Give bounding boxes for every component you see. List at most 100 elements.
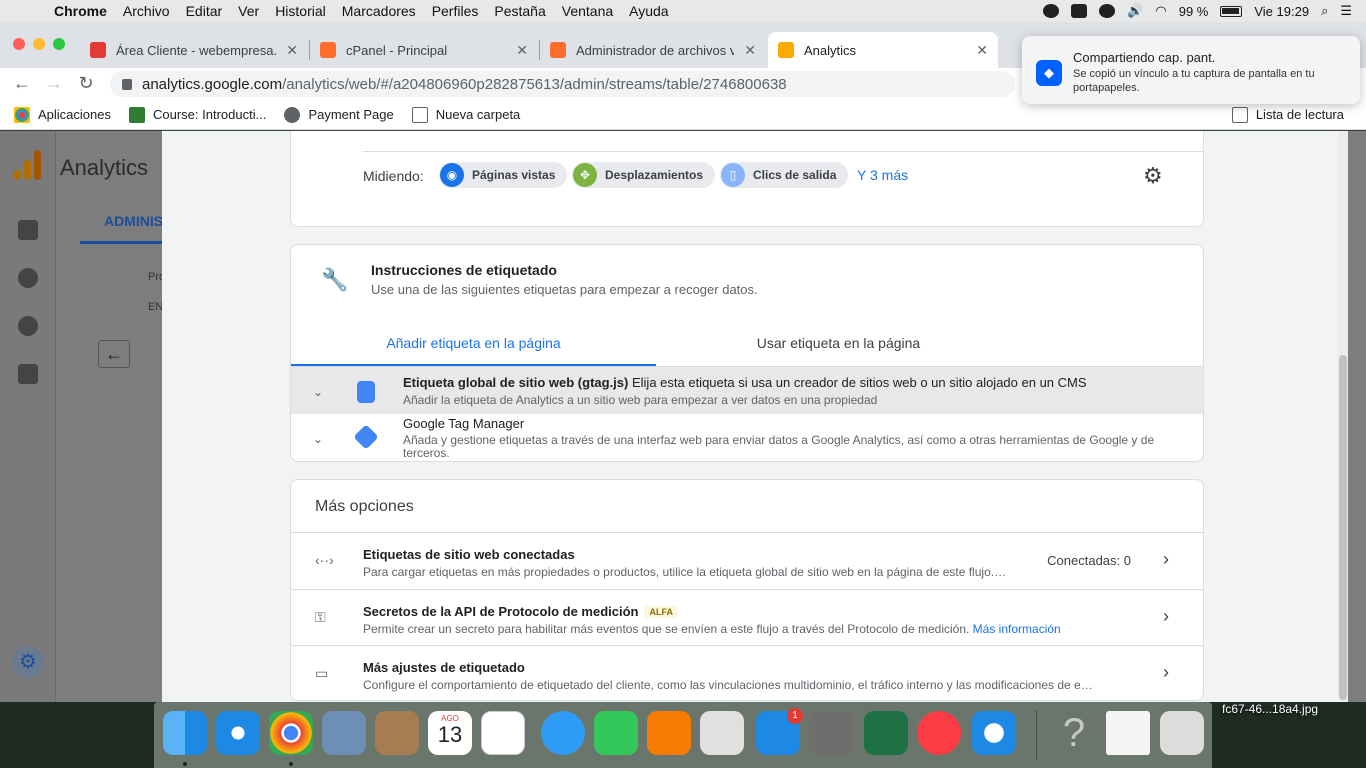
ga-admin-tab[interactable]: ADMINIS xyxy=(104,213,163,229)
back-arrow-icon[interactable]: ← xyxy=(12,74,32,92)
bookmark-payment[interactable]: Payment Page xyxy=(284,106,394,123)
scrollbar-thumb[interactable] xyxy=(1339,355,1347,700)
address-bar[interactable]: analytics.google.com/analytics/web/#/a20… xyxy=(110,71,1015,97)
chip-outbound-clicks[interactable]: ▯ Clics de salida xyxy=(720,162,849,188)
menu-historial[interactable]: Historial xyxy=(275,3,326,19)
reports-icon[interactable] xyxy=(18,220,38,240)
tab-label: Analytics xyxy=(804,42,857,58)
chevron-down-icon[interactable]: ⌄ xyxy=(313,432,323,446)
lock-icon[interactable] xyxy=(122,78,132,90)
minimize-window-button[interactable] xyxy=(33,38,45,50)
eagle-app-icon[interactable] xyxy=(322,711,366,755)
chevron-right-icon[interactable]: › xyxy=(1163,549,1169,570)
maximize-window-button[interactable] xyxy=(53,38,65,50)
safari-icon[interactable] xyxy=(216,711,260,755)
api-secrets-row[interactable]: ⚿ Secretos de la API de Protocolo de med… xyxy=(291,590,1203,646)
music-icon[interactable] xyxy=(917,711,961,755)
volume-icon[interactable]: 🔊 xyxy=(1127,3,1143,19)
tab-add-tag[interactable]: Añadir etiqueta en la página xyxy=(291,320,656,366)
bookmark-label: Payment Page xyxy=(308,107,394,122)
chevron-right-icon[interactable]: › xyxy=(1163,606,1169,627)
battery-percent[interactable]: 99 % xyxy=(1179,4,1209,19)
messages-icon[interactable] xyxy=(541,711,585,755)
tab-area-cliente[interactable]: Área Cliente - webempresa.c ✕ xyxy=(80,32,308,68)
contacts-icon[interactable] xyxy=(375,711,419,755)
forward-arrow-icon[interactable]: → xyxy=(44,74,64,92)
facetime-icon[interactable] xyxy=(594,711,638,755)
more-metrics-link[interactable]: Y 3 más xyxy=(857,167,908,183)
close-window-button[interactable] xyxy=(13,38,25,50)
advertising-icon[interactable] xyxy=(18,316,38,336)
menu-pestana[interactable]: Pestaña xyxy=(494,3,545,19)
more-tagging-settings-row[interactable]: ▭ Más ajustes de etiquetado Configure el… xyxy=(291,646,1203,702)
system-preferences-icon[interactable] xyxy=(809,711,853,755)
reminders-icon[interactable] xyxy=(481,711,525,755)
bookmark-apps[interactable]: Aplicaciones xyxy=(14,106,111,123)
menu-editar[interactable]: Editar xyxy=(186,3,223,19)
logo-bar xyxy=(24,160,31,180)
tab-file-manager[interactable]: Administrador de archivos v3 ✕ xyxy=(540,32,766,68)
chevron-right-icon[interactable]: › xyxy=(1163,662,1169,683)
tab-close-icon[interactable]: ✕ xyxy=(516,42,528,59)
menu-ventana[interactable]: Ventana xyxy=(562,3,613,19)
excel-icon[interactable] xyxy=(864,711,908,755)
bookmark-course[interactable]: Course: Introducti... xyxy=(129,106,266,123)
clock[interactable]: Vie 19:29 xyxy=(1254,4,1309,19)
notification-center-icon[interactable]: ☰ xyxy=(1340,3,1352,19)
reload-icon[interactable]: ↻ xyxy=(76,74,96,92)
gtag-title-line: Etiqueta global de sitio web (gtag.js) E… xyxy=(403,375,1087,390)
menu-perfiles[interactable]: Perfiles xyxy=(432,3,479,19)
mpeg4-file-icon[interactable] xyxy=(1106,711,1150,755)
menu-ayuda[interactable]: Ayuda xyxy=(629,3,668,19)
ga-product-title: Analytics xyxy=(60,155,149,180)
more-info-link[interactable]: Más información xyxy=(973,622,1061,636)
m-app-icon[interactable] xyxy=(1043,4,1060,18)
wifi-icon[interactable]: ◠ xyxy=(1155,3,1166,19)
chevron-down-icon[interactable]: ⌄ xyxy=(313,385,323,399)
tab-use-tag[interactable]: Usar etiqueta en la página xyxy=(656,320,1021,366)
reading-list[interactable]: Lista de lectura xyxy=(1231,106,1344,123)
trash-icon[interactable] xyxy=(1160,711,1204,755)
settings-gear-icon[interactable]: ⚙ xyxy=(1143,163,1163,189)
bookmark-folder[interactable]: Nueva carpeta xyxy=(411,106,520,123)
status-tray: 🔊 ◠ 99 % Vie 19:29 ⌕ ☰ xyxy=(1043,0,1366,22)
explore-icon[interactable] xyxy=(18,268,38,288)
connected-tags-row[interactable]: ‹··› Etiquetas de sitio web conectadas P… xyxy=(291,533,1203,589)
menu-archivo[interactable]: Archivo xyxy=(123,3,170,19)
preview-icon[interactable] xyxy=(700,711,744,755)
question-mark-icon[interactable]: ? xyxy=(1052,711,1096,755)
chrome-icon[interactable] xyxy=(269,711,313,755)
tab-close-icon[interactable]: ✕ xyxy=(286,42,298,59)
stream-details-panel: Midiendo: ◉ Páginas vistas ✥ Desplazamie… xyxy=(162,131,1338,702)
tagging-instructions-card: 🔧 Instrucciones de etiquetado Use una de… xyxy=(290,244,1204,462)
screenshot-notification[interactable]: ◆ Compartiendo cap. pant. Se copió un ví… xyxy=(1022,36,1360,104)
books-icon[interactable] xyxy=(647,711,691,755)
label-tag-icon: ▭ xyxy=(315,665,329,681)
desktop-file-label[interactable]: fc67-46...18a4.jpg xyxy=(1222,702,1318,716)
tab-analytics[interactable]: Analytics ✕ xyxy=(768,32,998,68)
spotlight-search-icon[interactable]: ⌕ xyxy=(1321,3,1328,19)
analytics-favicon-icon xyxy=(778,42,794,58)
settings-gear-icon[interactable]: ⚙ xyxy=(12,646,44,678)
menu-app-name[interactable]: Chrome xyxy=(54,3,107,19)
battery-icon[interactable] xyxy=(1220,5,1243,17)
dropbox-tray-icon[interactable] xyxy=(1071,4,1088,18)
menu-marcadores[interactable]: Marcadores xyxy=(342,3,416,19)
calendar-icon[interactable]: AGO 13 xyxy=(428,711,472,755)
gtm-option-row[interactable]: ⌄ Google Tag Manager Añada y gestione et… xyxy=(291,414,1203,462)
tab-cpanel[interactable]: cPanel - Principal ✕ xyxy=(310,32,538,68)
screencast-icon[interactable] xyxy=(972,711,1016,755)
menu-ver[interactable]: Ver xyxy=(238,3,259,19)
back-arrow-button[interactable]: ← xyxy=(98,340,130,368)
configure-icon[interactable] xyxy=(18,364,38,384)
chip-page-views[interactable]: ◉ Páginas vistas xyxy=(439,162,568,188)
sync-tray-icon[interactable] xyxy=(1099,4,1116,18)
analytics-logo-icon xyxy=(14,150,44,180)
finder-icon[interactable] xyxy=(163,711,207,755)
tab-close-icon[interactable]: ✕ xyxy=(976,42,988,59)
chip-scrolls[interactable]: ✥ Desplazamientos xyxy=(572,162,716,188)
gtag-option-row[interactable]: ⌄ Etiqueta global de sitio web (gtag.js)… xyxy=(291,367,1203,414)
gtm-title: Google Tag Manager xyxy=(403,416,525,431)
tab-close-icon[interactable]: ✕ xyxy=(744,42,756,59)
mac-menubar: Chrome Archivo Editar Ver Historial Marc… xyxy=(0,0,1366,22)
